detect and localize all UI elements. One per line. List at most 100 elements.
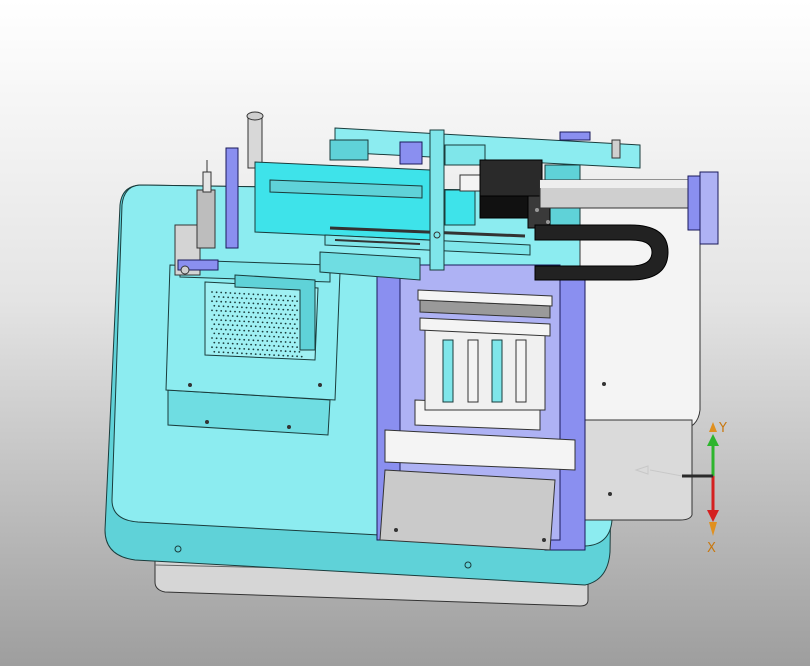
perforation-hole (270, 340, 273, 343)
perforation-hole (236, 306, 239, 308)
perforation-hole (296, 309, 298, 312)
perforation-hole (291, 327, 294, 330)
perforation-hole (247, 311, 250, 314)
perforation-hole (273, 308, 275, 310)
perforation-hole (254, 334, 257, 337)
perforation-hole (236, 315, 239, 318)
perforation-hole (284, 350, 287, 353)
perforation-hole (220, 328, 223, 331)
perforation-hole (289, 350, 292, 353)
y-axis-label: Y (718, 421, 727, 436)
perforation-hole (257, 312, 259, 314)
perforation-hole (227, 296, 230, 299)
perforation-hole (236, 333, 239, 336)
perforation-hole (252, 339, 255, 342)
perforation-hole (296, 300, 298, 302)
perforation-hole (245, 343, 248, 346)
perforation-hole (275, 303, 278, 306)
perforation-hole (261, 303, 264, 305)
perforation-hole (275, 331, 278, 334)
perforation-hole (289, 332, 292, 334)
perforation-hole (275, 294, 278, 297)
perforation-hole (293, 323, 296, 325)
perforation-hole (273, 299, 275, 301)
perforation-hole (291, 318, 294, 321)
perforation-hole (252, 348, 255, 351)
perforation-hole (245, 297, 248, 300)
perforation-hole (257, 330, 259, 333)
perforation-hole (287, 345, 289, 348)
perforation-hole (243, 292, 246, 295)
perforation-hole (254, 353, 257, 355)
perforation-hole (268, 307, 271, 310)
perforation-hole (236, 297, 239, 299)
perforation-hole (275, 340, 278, 343)
perforation-hole (218, 342, 220, 344)
perforation-hole (231, 333, 234, 336)
perforation-hole (282, 354, 285, 357)
perforation-hole (247, 320, 250, 323)
perforation-hole (259, 325, 262, 328)
perforation-hole (289, 313, 292, 316)
perforation-hole (270, 312, 273, 315)
perforation-hole (287, 308, 289, 311)
perforation-hole (270, 331, 273, 333)
center-channel (376, 264, 586, 551)
perforation-hole (238, 292, 241, 295)
perforation-hole (224, 301, 227, 303)
perforation-hole (229, 310, 232, 313)
perforation-hole (247, 293, 250, 295)
left-module (165, 259, 341, 436)
perforation-hole (231, 305, 234, 308)
perforation-hole (211, 346, 213, 349)
perforation-hole (282, 317, 285, 320)
x-axis-label: X (707, 541, 716, 556)
perforation-hole (211, 300, 213, 303)
perforation-hole (243, 348, 246, 350)
perforation-hole (284, 304, 287, 307)
perforation-hole (231, 296, 234, 299)
perforation-hole (275, 349, 278, 352)
perforation-hole (289, 323, 292, 325)
perforation-hole (222, 351, 225, 354)
perforation-hole (266, 294, 269, 296)
perforation-hole (252, 330, 255, 332)
perforation-hole (259, 307, 262, 310)
perforation-hole (261, 330, 264, 333)
perforation-hole (284, 313, 287, 316)
perforation-hole (266, 349, 269, 352)
perforation-hole (243, 311, 246, 313)
perforation-hole (227, 324, 230, 326)
perforation-hole (231, 342, 234, 345)
perforation-hole (224, 337, 227, 340)
perforation-hole (254, 298, 257, 300)
perforation-hole (291, 336, 294, 339)
perforation-hole (250, 334, 253, 337)
perforation-hole (250, 297, 253, 300)
perforation-hole (270, 294, 273, 297)
perforation-hole (289, 295, 292, 298)
perforation-hole (273, 317, 275, 320)
perforation-hole (218, 305, 220, 307)
perforation-hole (289, 341, 292, 344)
perforation-hole (243, 320, 246, 323)
perforation-hole (264, 316, 266, 319)
cad-viewport[interactable]: Y X (0, 0, 810, 666)
perforation-hole (227, 314, 230, 317)
perforation-hole (220, 310, 223, 312)
perforation-hole (293, 295, 296, 298)
perforation-hole (231, 324, 234, 327)
assembly-model[interactable]: Y X (0, 0, 810, 666)
perforation-hole (252, 293, 255, 296)
perforation-hole (229, 292, 232, 294)
perforation-hole (229, 319, 232, 322)
perforation-hole (266, 303, 269, 306)
perforation-hole (238, 347, 241, 350)
perforation-hole (261, 339, 264, 342)
perforation-hole (213, 323, 216, 326)
perforation-hole (238, 311, 241, 313)
perforation-hole (282, 327, 285, 329)
perforation-hole (236, 324, 239, 327)
perforation-hole (287, 299, 289, 302)
perforation-hole (300, 355, 303, 358)
